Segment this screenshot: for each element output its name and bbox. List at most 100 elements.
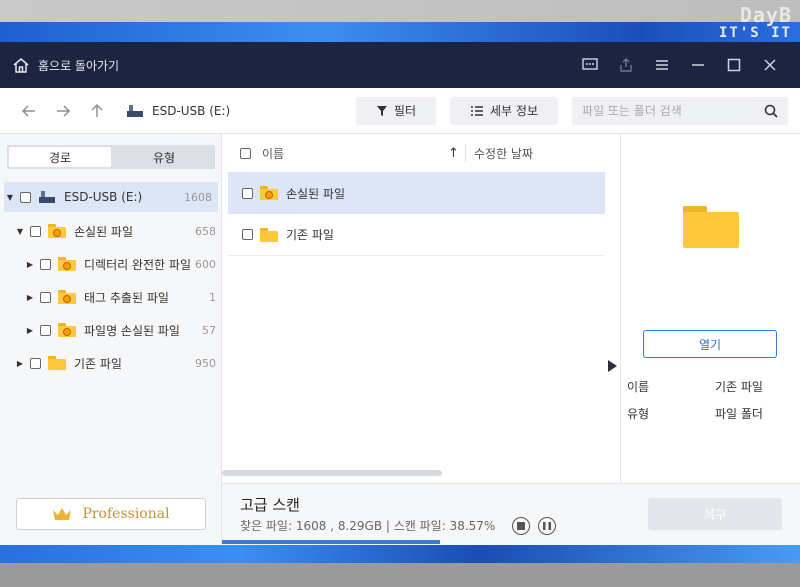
column-date[interactable]: 수정한 날짜 xyxy=(474,145,533,162)
desktop-background-bottom xyxy=(0,545,800,587)
checkbox[interactable] xyxy=(40,258,51,270)
lost-folder-icon xyxy=(48,224,66,238)
scan-status-bar: 고급 스캔 찾은 파일: 1608 , 8.29GB | 스캔 파일: 38.5… xyxy=(222,483,800,545)
tree-label: 파일명 손실된 파일 xyxy=(84,323,180,338)
search-icon[interactable] xyxy=(764,104,778,118)
caret-right-icon[interactable]: ▶ xyxy=(14,359,26,368)
arrow-right-icon xyxy=(57,104,71,117)
checkbox[interactable] xyxy=(20,191,31,203)
up-button[interactable] xyxy=(80,94,114,128)
search-placeholder: 파일 또는 폴더 검색 xyxy=(582,104,682,118)
professional-label: Professional xyxy=(82,506,170,522)
caret-down-icon[interactable]: ▼ xyxy=(4,193,16,202)
home-button[interactable]: 홈으로 돌아가기 xyxy=(12,57,119,74)
toolbar: ESD-USB (E:) 필터 세부 정보 파일 또는 폴더 검색 xyxy=(0,88,800,134)
export-button[interactable] xyxy=(608,42,644,88)
column-divider xyxy=(465,144,466,162)
filter-label: 필터 xyxy=(393,104,417,118)
file-name: 기존 파일 xyxy=(286,228,334,242)
stop-icon xyxy=(517,522,525,530)
checkbox[interactable] xyxy=(30,225,41,237)
close-icon xyxy=(764,59,776,71)
filter-button[interactable]: 필터 xyxy=(355,96,437,125)
checkbox[interactable] xyxy=(40,291,51,303)
tab-path[interactable]: 경로 xyxy=(9,147,111,167)
prop-key: 유형 xyxy=(627,407,650,421)
watermark: DayB IT'S IT xyxy=(719,4,792,41)
tree-item-tag-extracted[interactable]: ▶ 태그 추출된 파일 1 xyxy=(0,282,222,312)
folder-icon xyxy=(260,227,278,242)
table-row[interactable]: 기존 파일 xyxy=(228,214,605,256)
maximize-button[interactable] xyxy=(716,42,752,88)
wallpaper-strip xyxy=(0,22,800,42)
titlebar: 홈으로 돌아가기 xyxy=(0,42,800,88)
tree-item-complete-dir[interactable]: ▶ 디렉터리 완전한 파일 600 xyxy=(0,249,222,279)
tree-item-lost-files[interactable]: ▼ 손실된 파일 658 xyxy=(0,216,222,246)
prop-value: 기존 파일 xyxy=(715,380,763,394)
forward-button[interactable] xyxy=(46,94,80,128)
caret-down-icon[interactable]: ▼ xyxy=(14,227,26,236)
feedback-icon xyxy=(582,58,598,70)
column-name[interactable]: 이름 xyxy=(262,145,284,162)
tree-item-existing-files[interactable]: ▶ 기존 파일 950 xyxy=(0,348,222,378)
feedback-button[interactable] xyxy=(572,42,608,88)
tree-item-name-lost[interactable]: ▶ 파일명 손실된 파일 57 xyxy=(0,315,222,345)
menu-button[interactable] xyxy=(644,42,680,88)
prop-value: 파일 폴더 xyxy=(715,407,763,421)
star-folder-icon xyxy=(58,257,76,271)
minimize-button[interactable] xyxy=(680,42,716,88)
tree-label: ESD-USB (E:) xyxy=(64,190,143,204)
list-header: 이름 ↑ 수정한 날짜 xyxy=(222,134,620,172)
recover-button[interactable]: 복구 xyxy=(648,498,782,530)
details-label: 세부 정보 xyxy=(490,104,538,118)
scan-progress-bar xyxy=(222,540,440,544)
folder-preview-icon xyxy=(683,206,739,248)
pause-button[interactable] xyxy=(538,517,556,535)
professional-button[interactable]: Professional xyxy=(16,498,206,530)
checkbox[interactable] xyxy=(40,324,51,336)
watermark-line2: IT'S IT xyxy=(718,25,792,41)
open-button[interactable]: 열기 xyxy=(643,330,777,358)
details-button[interactable]: 세부 정보 xyxy=(450,96,558,125)
caret-right-icon[interactable]: ▶ xyxy=(24,293,36,302)
sort-arrow-icon[interactable]: ↑ xyxy=(448,146,459,161)
close-button[interactable] xyxy=(752,42,788,88)
wallpaper-strip xyxy=(0,545,800,563)
back-button[interactable] xyxy=(12,94,46,128)
watermark-line1: DayB xyxy=(739,3,792,27)
view-toggle: 경로 유형 xyxy=(7,145,215,169)
checkbox[interactable] xyxy=(242,187,253,199)
minimize-icon xyxy=(692,64,704,66)
file-name: 손실된 파일 xyxy=(286,186,346,201)
list-icon xyxy=(471,105,484,116)
select-all-checkbox[interactable] xyxy=(240,147,251,159)
tree-label: 태그 추출된 파일 xyxy=(84,290,169,305)
filter-icon xyxy=(376,105,387,116)
arrow-up-icon xyxy=(91,103,103,117)
caret-right-icon[interactable]: ▶ xyxy=(24,326,36,335)
breadcrumb[interactable]: ESD-USB (E:) xyxy=(126,104,230,118)
checkbox[interactable] xyxy=(242,229,253,240)
home-label: 홈으로 돌아가기 xyxy=(38,58,120,73)
question-folder-icon xyxy=(58,323,76,337)
breadcrumb-drive: ESD-USB (E:) xyxy=(152,103,231,118)
usb-drive-icon xyxy=(39,191,55,203)
stop-button[interactable] xyxy=(512,517,530,535)
tree-item-drive[interactable]: ▼ ESD-USB (E:) 1608 xyxy=(4,182,218,212)
tab-type[interactable]: 유형 xyxy=(113,145,215,169)
caret-right-icon[interactable]: ▶ xyxy=(24,260,36,269)
search-input[interactable]: 파일 또는 폴더 검색 xyxy=(572,96,788,125)
crown-icon xyxy=(53,508,72,520)
checkbox[interactable] xyxy=(30,357,41,369)
tree-label: 손실된 파일 xyxy=(74,224,134,239)
file-list: 이름 ↑ 수정한 날짜 손실된 파일 기존 파일 xyxy=(222,134,620,475)
tag-folder-icon xyxy=(58,290,76,304)
tree-count: 950 xyxy=(195,356,216,370)
tree-count: 57 xyxy=(202,323,216,337)
tree-count: 600 xyxy=(195,257,216,271)
horizontal-scrollbar[interactable] xyxy=(222,470,442,476)
table-row[interactable]: 손실된 파일 xyxy=(228,172,605,214)
lost-folder-icon xyxy=(260,186,278,200)
tree-count: 1608 xyxy=(184,190,212,204)
expand-arrow-icon[interactable] xyxy=(608,360,617,372)
